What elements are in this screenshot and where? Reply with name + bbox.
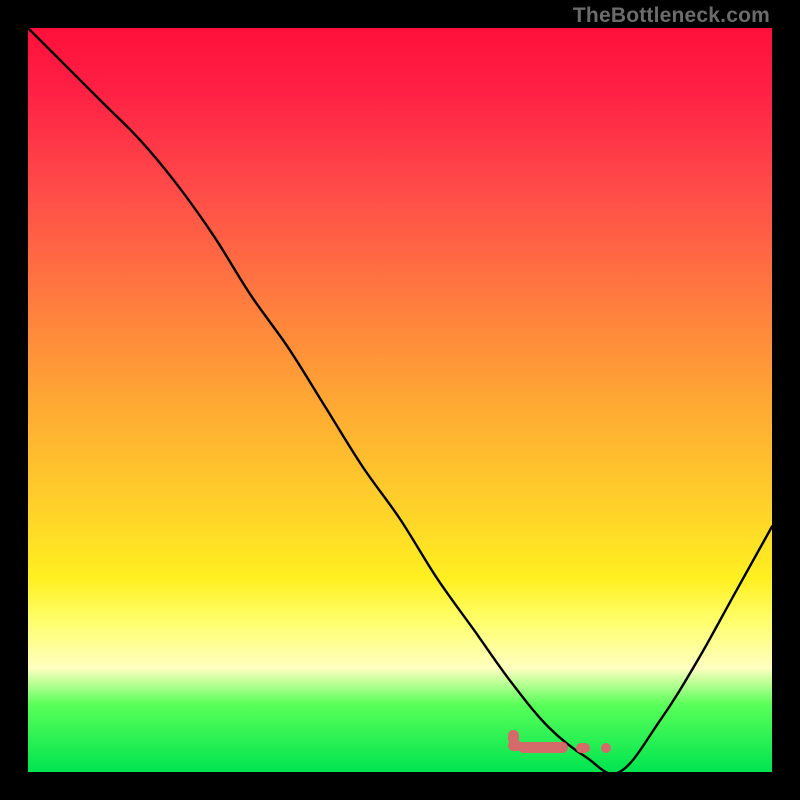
bottleneck-curve (28, 28, 772, 772)
watermark-text: TheBottleneck.com (573, 4, 770, 28)
plot-frame (28, 28, 772, 772)
